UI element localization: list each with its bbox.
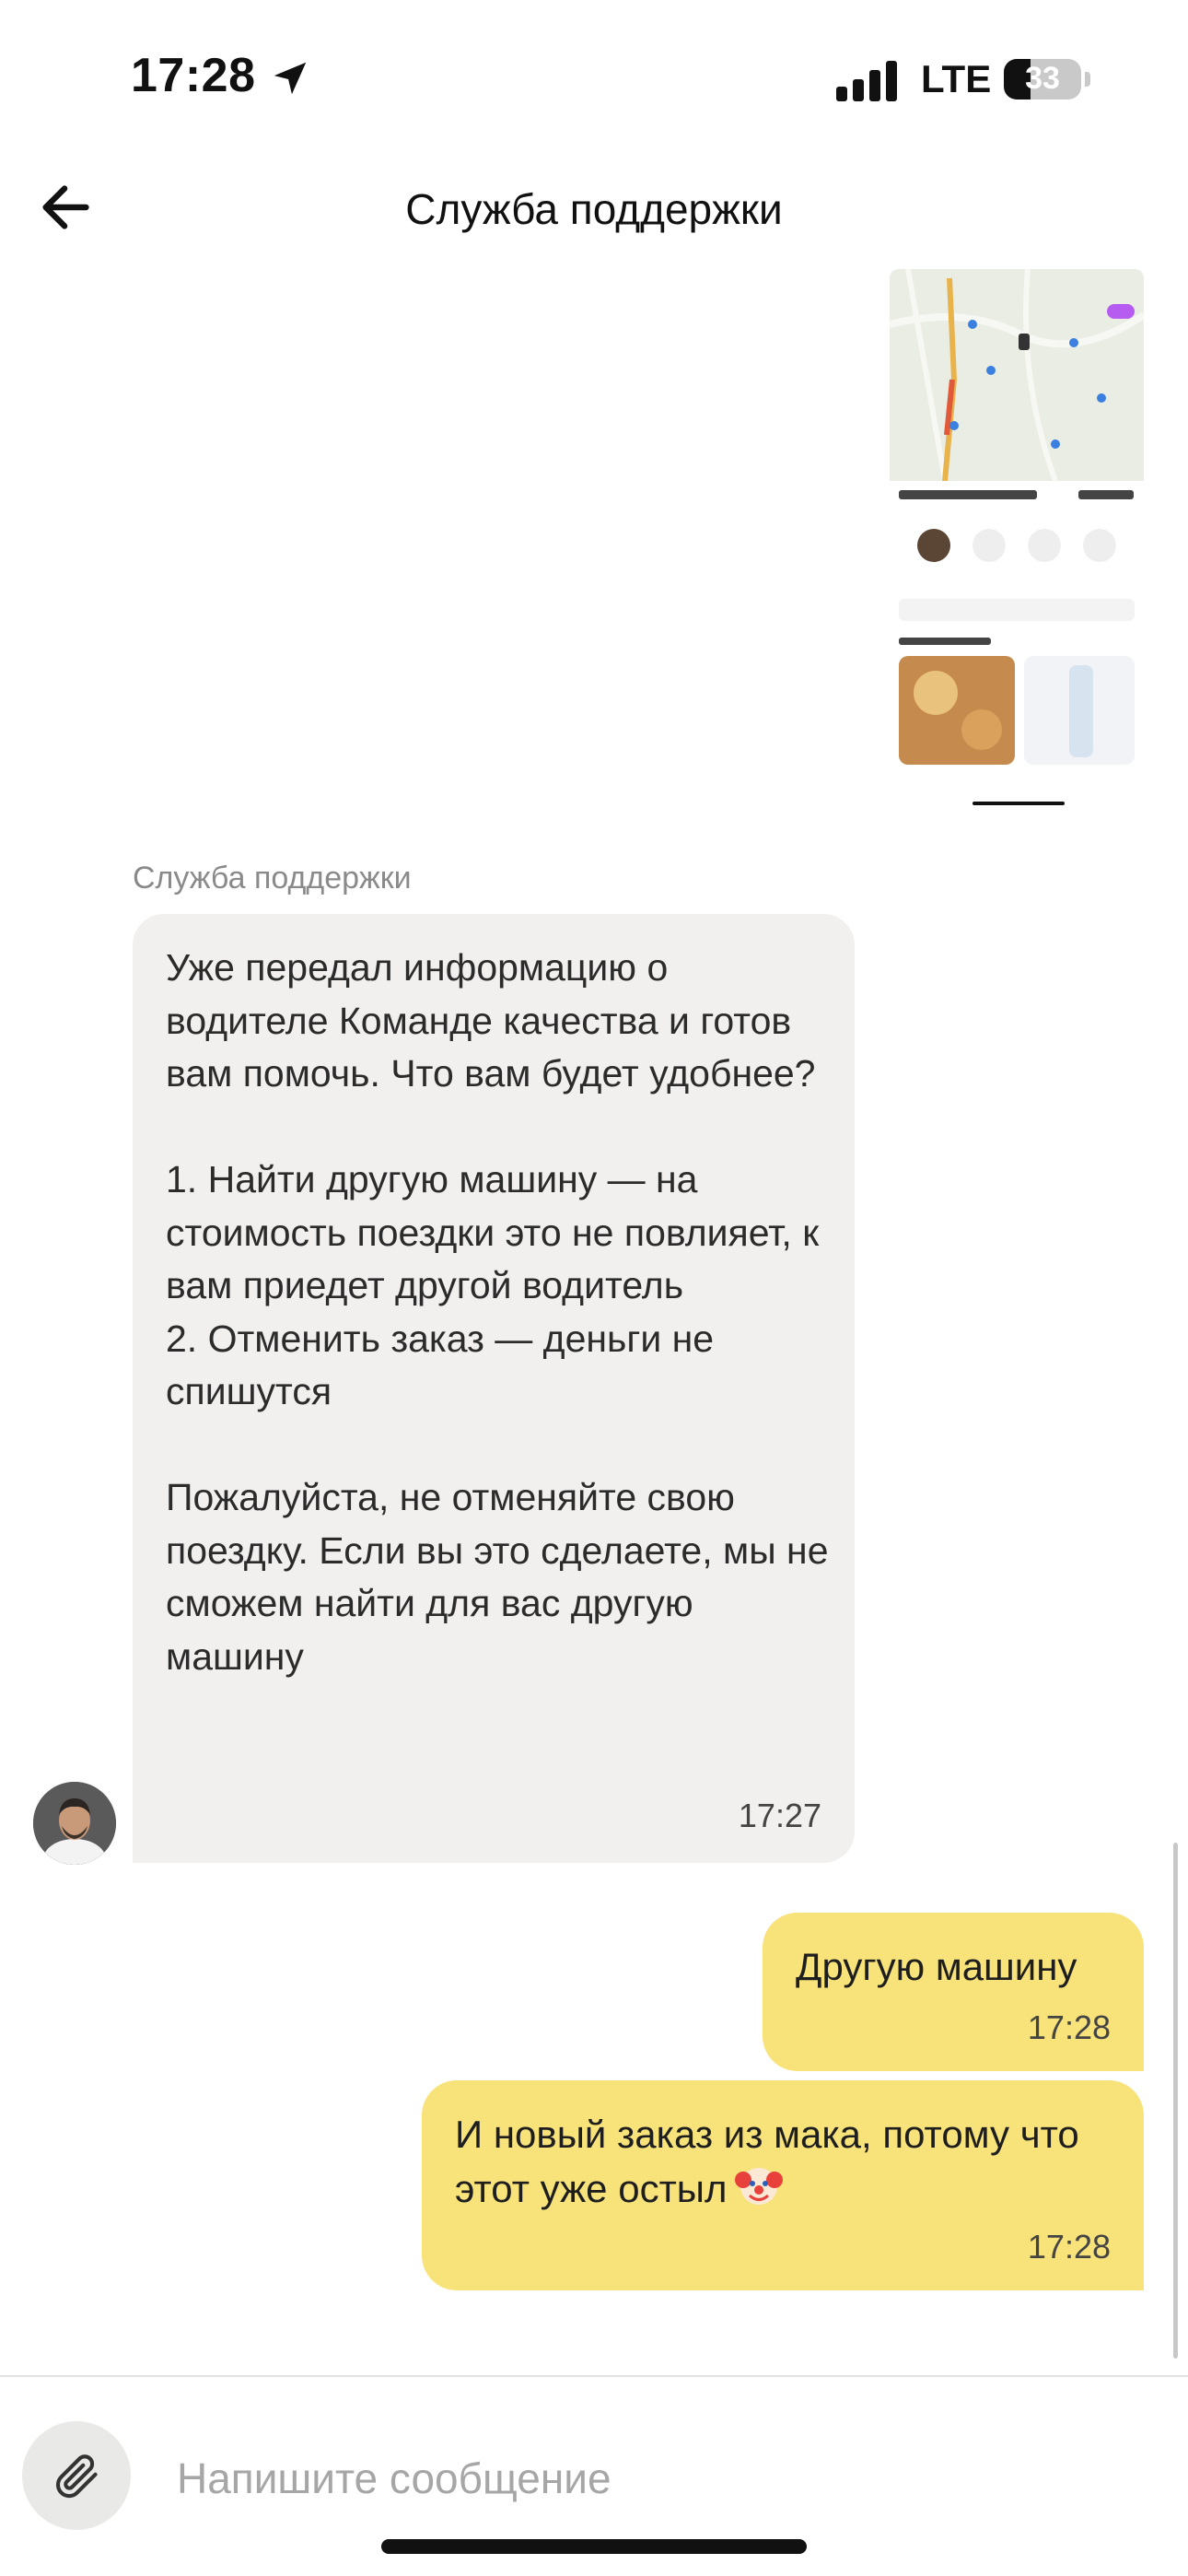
sender-name: Служба поддержки	[133, 861, 412, 896]
message-text-wrap: И новый заказ из мака, потому что этот у…	[455, 2108, 1144, 2216]
outgoing-message-bubble: Другую машину 17:28	[763, 1913, 1144, 2071]
outgoing-message-bubble: И новый заказ из мака, потому что этот у…	[422, 2080, 1144, 2290]
avatar[interactable]	[33, 1782, 116, 1865]
signal-bars-icon	[836, 61, 897, 101]
incoming-message-bubble: Уже передал информацию о водителе Команд…	[133, 914, 855, 1863]
status-time: 17:28	[131, 49, 256, 102]
message-text: Уже передал информацию о водителе Команд…	[166, 946, 829, 1678]
chat-header: Служба поддержки	[0, 166, 1188, 258]
status-bar: 17:28 LTE 33	[0, 0, 1188, 138]
home-indicator	[381, 2539, 807, 2554]
message-time: 17:28	[1027, 2008, 1111, 2046]
page-title: Служба поддержки	[405, 185, 783, 233]
scrollbar[interactable]	[1173, 1843, 1178, 2359]
message-time: 17:28	[1027, 2228, 1111, 2266]
network-type: LTE	[921, 57, 992, 100]
divider	[0, 2375, 1188, 2377]
message-text: Другую машину	[796, 1945, 1077, 1988]
message-time: 17:27	[738, 1797, 821, 1834]
clown-face-emoji-icon	[734, 2168, 783, 2205]
location-arrow-icon	[274, 62, 307, 95]
attach-button[interactable]	[22, 2421, 131, 2530]
paperclip-icon	[56, 2454, 98, 2499]
battery-icon: 33	[1004, 59, 1081, 100]
battery-level: 33	[1025, 61, 1060, 96]
message-input[interactable]	[177, 2451, 1098, 2506]
shared-screenshot-image[interactable]	[890, 269, 1144, 814]
